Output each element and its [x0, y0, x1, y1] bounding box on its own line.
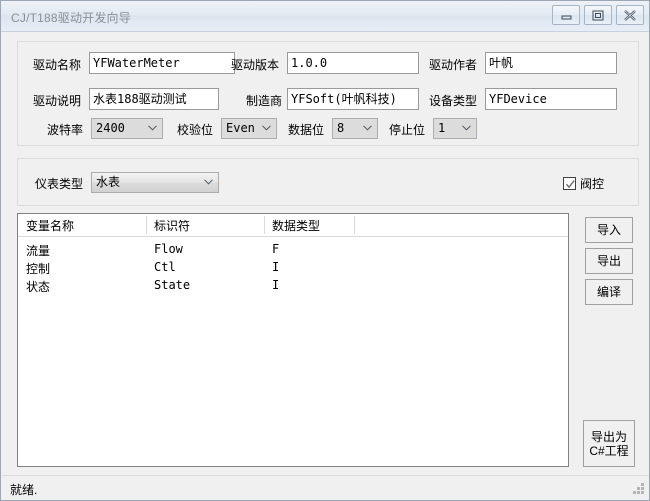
cell-variable-name: 控制	[26, 262, 51, 276]
column-divider-2[interactable]	[264, 216, 265, 234]
cell-data-type: I	[272, 278, 280, 292]
cell-data-type: I	[272, 260, 280, 274]
checkbox-box	[563, 177, 576, 190]
chevron-down-icon	[204, 179, 213, 185]
chevron-down-icon	[148, 125, 157, 131]
restore-icon	[592, 10, 604, 21]
driver-version-input[interactable]: 1.0.0	[287, 52, 419, 74]
export-button[interactable]: 导出	[585, 248, 633, 274]
cell-identifier: Flow	[154, 242, 183, 256]
baud-rate-combo[interactable]: 2400	[91, 118, 163, 139]
table-row[interactable]: 流量 Flow F	[18, 241, 568, 259]
window-title: CJ/T188驱动开发向导	[11, 11, 131, 25]
close-button[interactable]	[616, 5, 644, 25]
table-row[interactable]: 控制 Ctl I	[18, 259, 568, 277]
meter-type-combo[interactable]: 水表	[91, 172, 219, 193]
label-baud-rate: 波特率	[47, 123, 84, 137]
label-data-bits: 数据位	[288, 123, 325, 137]
baud-rate-value: 2400	[96, 121, 125, 135]
label-driver-name: 驱动名称	[33, 58, 82, 72]
driver-wizard-window: CJ/T188驱动开发向导 驱动名称 YFWaterMeter 驱动版本 1.0…	[0, 0, 650, 501]
column-header-name[interactable]: 变量名称	[26, 217, 74, 234]
status-bar: 就绪.	[2, 475, 649, 499]
compile-button[interactable]: 编译	[585, 279, 633, 305]
window-controls	[552, 5, 644, 25]
cell-identifier: Ctl	[154, 260, 176, 274]
label-parity: 校验位	[177, 123, 214, 137]
listview-header: 变量名称 标识符 数据类型	[18, 214, 568, 237]
chevron-down-icon	[462, 125, 471, 131]
stop-bits-value: 1	[438, 121, 446, 135]
driver-author-input[interactable]: 叶帆	[485, 52, 617, 74]
label-meter-type: 仪表类型	[35, 177, 84, 191]
manufacturer-input[interactable]: YFSoft(叶帆科技)	[287, 88, 419, 110]
meter-type-value: 水表	[96, 175, 121, 189]
column-divider-1[interactable]	[146, 216, 147, 234]
label-device-type: 设备类型	[429, 94, 478, 108]
close-icon	[624, 10, 636, 21]
driver-name-input[interactable]: YFWaterMeter	[89, 52, 235, 74]
stop-bits-combo[interactable]: 1	[433, 118, 477, 139]
minimize-icon	[561, 15, 572, 20]
driver-desc-input[interactable]: 水表188驱动测试	[89, 88, 219, 110]
data-bits-value: 8	[337, 121, 345, 135]
label-stop-bits: 停止位	[389, 123, 426, 137]
variable-listview[interactable]: 变量名称 标识符 数据类型 流量 Flow F 控制 Ctl I 状态 Stat…	[17, 213, 569, 467]
valve-control-checkbox[interactable]: 阀控	[563, 175, 604, 192]
data-bits-combo[interactable]: 8	[332, 118, 378, 139]
parity-combo[interactable]: Even	[221, 118, 277, 139]
column-header-type[interactable]: 数据类型	[272, 217, 320, 234]
resize-grip-icon[interactable]	[632, 482, 646, 496]
valve-control-label: 阀控	[580, 177, 605, 191]
cell-data-type: F	[272, 242, 280, 256]
chevron-down-icon	[262, 125, 271, 131]
label-driver-desc: 驱动说明	[33, 94, 82, 108]
label-manufacturer: 制造商	[246, 94, 283, 108]
table-row[interactable]: 状态 State I	[18, 277, 568, 295]
import-button[interactable]: 导入	[585, 217, 633, 243]
column-header-ident[interactable]: 标识符	[154, 217, 190, 234]
title-bar: CJ/T188驱动开发向导	[1, 1, 649, 32]
check-icon	[565, 180, 575, 189]
restore-button[interactable]	[584, 5, 612, 25]
column-divider-3[interactable]	[354, 216, 355, 234]
label-driver-version: 驱动版本	[231, 58, 280, 72]
cell-identifier: State	[154, 278, 191, 292]
label-driver-author: 驱动作者	[429, 58, 478, 72]
export-csharp-project-button[interactable]: 导出为 C#工程	[583, 420, 635, 467]
device-type-input[interactable]: YFDevice	[485, 88, 617, 110]
chevron-down-icon	[363, 125, 372, 131]
status-text: 就绪.	[10, 483, 38, 497]
minimize-button[interactable]	[552, 5, 580, 25]
cell-variable-name: 流量	[26, 244, 51, 258]
parity-value: Even	[226, 121, 255, 135]
cell-variable-name: 状态	[26, 280, 51, 294]
